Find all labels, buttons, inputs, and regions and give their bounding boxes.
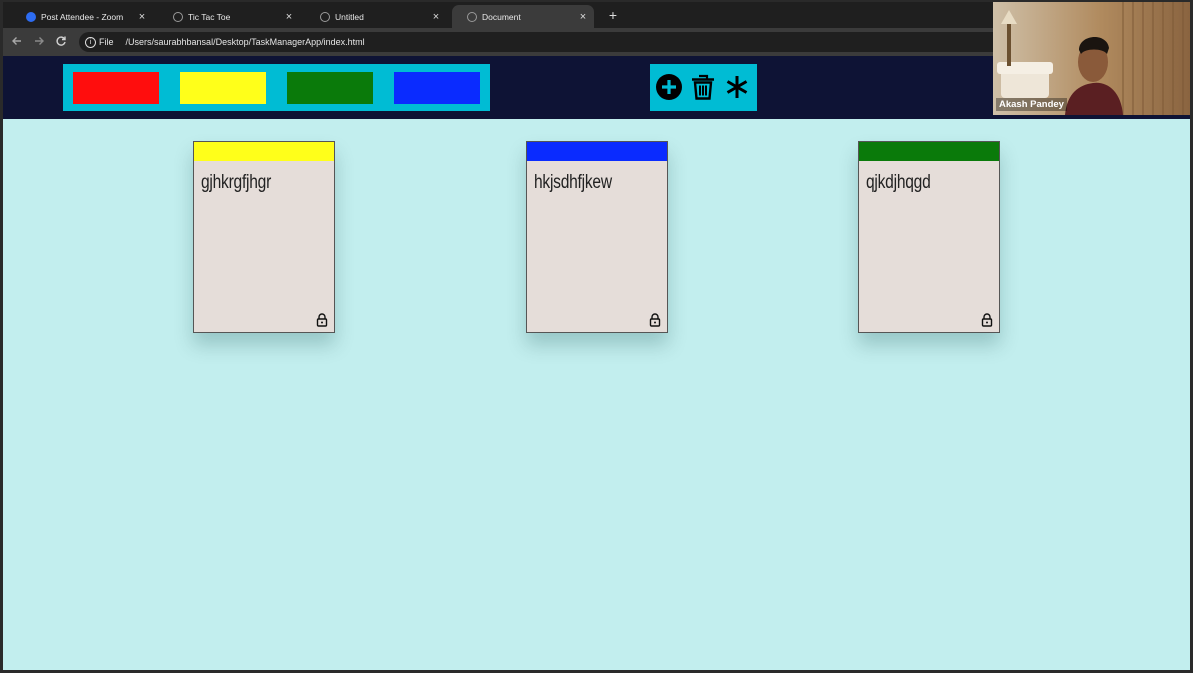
add-icon (656, 74, 682, 100)
tab-document[interactable]: Document × (452, 5, 594, 28)
close-icon[interactable]: × (135, 11, 149, 23)
color-filter-blue[interactable] (394, 72, 480, 104)
ticket-text[interactable]: gjhkrgfjhgr (201, 172, 271, 194)
tab-tic-tac-toe[interactable]: Tic Tac Toe × (158, 5, 300, 28)
close-icon[interactable]: × (282, 11, 296, 23)
asterisk-icon (726, 76, 748, 98)
info-icon: i (85, 36, 96, 48)
ticket-card[interactable]: qjkdjhqgd (858, 141, 1000, 333)
lock-icon[interactable] (981, 313, 993, 327)
close-icon[interactable]: × (576, 11, 590, 23)
browser-window: Post Attendee - Zoom × Tic Tac Toe × Unt… (3, 2, 1190, 670)
add-button[interactable] (654, 72, 684, 102)
lock-icon[interactable] (649, 313, 661, 327)
reload-icon[interactable] (54, 34, 68, 48)
action-panel (650, 64, 757, 111)
delete-button[interactable] (688, 72, 718, 102)
globe-icon (467, 11, 477, 22)
url-text: /Users/saurabhbansal/Desktop/TaskManager… (125, 37, 365, 47)
ticket-card[interactable]: gjhkrgfjhgr (193, 141, 335, 333)
ticket-card[interactable]: hkjsdhfjkew (526, 141, 668, 333)
lock-toggle-button[interactable] (722, 72, 752, 102)
tab-title: Tic Tac Toe (188, 11, 231, 22)
tab-post-attendee-zoom[interactable]: Post Attendee - Zoom × (11, 5, 153, 28)
close-icon[interactable]: × (429, 11, 443, 23)
ticket-color-strip[interactable] (194, 142, 334, 161)
scheme-label: File (99, 37, 114, 47)
ticket-text[interactable]: hkjsdhfjkew (534, 172, 612, 194)
lock-icon[interactable] (316, 313, 328, 327)
color-filter-green[interactable] (287, 72, 373, 104)
tab-title: Untitled (335, 11, 364, 22)
site-info-chip[interactable]: i File (79, 36, 122, 48)
zoom-icon (26, 11, 36, 22)
ticket-color-strip[interactable] (527, 142, 667, 161)
tab-untitled[interactable]: Untitled × (305, 5, 447, 28)
back-arrow-icon[interactable] (10, 34, 24, 48)
participant-video: Akash Pandey (993, 2, 1190, 115)
tab-title: Document (482, 11, 521, 22)
color-filter-yellow[interactable] (180, 72, 266, 104)
ticket-color-strip[interactable] (859, 142, 999, 161)
ticket-text[interactable]: qjkdjhqgd (866, 172, 931, 194)
participant-name: Akash Pandey (996, 98, 1067, 111)
color-filter-panel (63, 64, 490, 111)
globe-icon (173, 11, 183, 22)
color-filter-red[interactable] (73, 72, 159, 104)
trash-icon (692, 74, 714, 100)
tab-title: Post Attendee - Zoom (41, 11, 124, 22)
globe-icon (320, 11, 330, 22)
new-tab-button[interactable]: + (606, 7, 620, 23)
forward-arrow-icon[interactable] (32, 34, 46, 48)
